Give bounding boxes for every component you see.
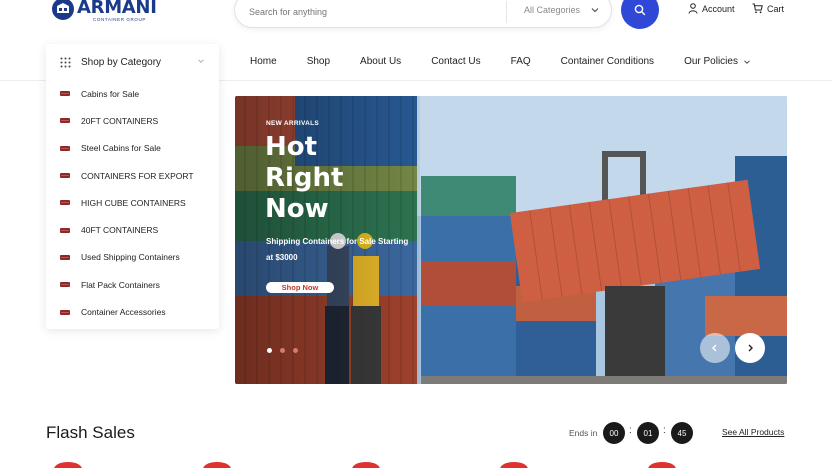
category-menu-toggle[interactable]: Shop by Category: [46, 44, 219, 80]
chevron-down-icon[interactable]: [590, 5, 600, 15]
ends-in-label: Ends in: [569, 428, 598, 438]
sale-badge: [352, 462, 380, 468]
container-icon: [60, 309, 70, 315]
see-all-products-link[interactable]: See All Products: [722, 427, 784, 437]
category-menu-label: Shop by Category: [81, 56, 162, 68]
slider-dot[interactable]: [280, 348, 285, 353]
flash-sales-title: Flash Sales: [46, 423, 135, 442]
timer-seconds: 45: [671, 422, 693, 444]
nav-our-policies[interactable]: Our Policies: [684, 56, 751, 67]
nav-about-us[interactable]: About Us: [360, 56, 401, 67]
nav-home[interactable]: Home: [250, 56, 277, 67]
timer-separator: :: [629, 425, 632, 436]
category-item-label: 40FT CONTAINERS: [81, 225, 159, 236]
search-bar: All Categories: [234, 0, 612, 28]
sale-badge: [54, 462, 82, 468]
slider-prev-button[interactable]: [700, 333, 730, 363]
grid-icon: [60, 57, 71, 67]
logo-tagline: CONTAINER GROUP: [93, 17, 146, 22]
nav-contact-us[interactable]: Contact Us: [431, 56, 480, 67]
category-item[interactable]: HIGH CUBE CONTAINERS: [46, 189, 219, 216]
timer-hours: 00: [603, 422, 625, 444]
cart-label: Cart: [767, 3, 785, 14]
container-icon: [60, 145, 70, 151]
category-item-label: CONTAINERS FOR EXPORT: [81, 170, 194, 181]
account-label: Account: [702, 3, 735, 14]
category-item[interactable]: Steel Cabins for Sale: [46, 135, 219, 162]
user-icon: [688, 3, 698, 14]
nav-faq[interactable]: FAQ: [511, 56, 531, 67]
slider-dots: [267, 348, 306, 353]
sale-badge: [203, 462, 231, 468]
chevron-down-icon: [744, 59, 750, 64]
search-icon: [634, 4, 646, 16]
category-list: Cabins for Sale 20FT CONTAINERS Steel Ca…: [46, 80, 219, 326]
category-item[interactable]: CONTAINERS FOR EXPORT: [46, 162, 219, 189]
logo-name: ARMANI: [77, 0, 157, 18]
category-select[interactable]: All Categories: [524, 5, 580, 15]
account-link[interactable]: Account: [688, 3, 735, 14]
timer-separator: :: [663, 425, 666, 436]
search-button[interactable]: [621, 0, 659, 29]
nav-shop[interactable]: Shop: [307, 56, 330, 67]
hero-tag: NEW ARRIVALS: [266, 120, 320, 127]
cart-link[interactable]: Cart: [752, 3, 784, 14]
sale-badge: [648, 462, 676, 468]
hero-title: Hot Right Now: [265, 132, 344, 224]
nav-our-policies-label: Our Policies: [684, 56, 738, 67]
timer-minutes: 01: [637, 422, 659, 444]
container-icon: [60, 254, 70, 260]
category-item-label: Container Accessories: [81, 307, 166, 318]
chevron-down-icon: [198, 59, 204, 63]
category-item[interactable]: Used Shipping Containers: [46, 244, 219, 271]
container-icon: [60, 227, 70, 233]
logo-emblem-icon: [52, 0, 74, 20]
search-input[interactable]: [249, 7, 489, 17]
container-icon: [60, 282, 70, 288]
slider-dot[interactable]: [267, 348, 272, 353]
chevron-right-icon: [748, 344, 753, 352]
category-item-label: Cabins for Sale: [81, 88, 140, 99]
container-icon: [60, 91, 70, 97]
sale-badge: [500, 462, 528, 468]
shop-now-button[interactable]: Shop Now: [266, 282, 334, 293]
category-item-label: Steel Cabins for Sale: [81, 143, 161, 154]
category-item[interactable]: Cabins for Sale: [46, 80, 219, 107]
category-menu: Shop by Category Cabins for Sale 20FT CO…: [46, 44, 219, 329]
nav-container-conditions[interactable]: Container Conditions: [561, 56, 654, 67]
search-divider: [506, 1, 507, 23]
brand-logo[interactable]: ARMANI CONTAINER GROUP: [52, 0, 157, 22]
category-item[interactable]: 40FT CONTAINERS: [46, 216, 219, 243]
category-item[interactable]: 20FT CONTAINERS: [46, 107, 219, 134]
container-icon: [60, 173, 70, 179]
hero-description: Shipping Containers for Sale Starting at…: [266, 237, 409, 262]
slider-dot[interactable]: [293, 348, 298, 353]
category-item-label: Used Shipping Containers: [81, 252, 180, 263]
category-item[interactable]: Container Accessories: [46, 298, 219, 325]
chevron-left-icon: [712, 344, 717, 352]
slider-next-button[interactable]: [735, 333, 765, 363]
main-nav: Home Shop About Us Contact Us FAQ Contai…: [250, 56, 781, 67]
category-item-label: HIGH CUBE CONTAINERS: [81, 197, 186, 208]
category-item[interactable]: Flat Pack Containers: [46, 271, 219, 298]
category-item-label: Flat Pack Containers: [81, 279, 160, 290]
container-icon: [60, 118, 70, 124]
category-item-label: 20FT CONTAINERS: [81, 115, 159, 126]
cart-icon: [752, 3, 763, 14]
hero-banner[interactable]: NEW ARRIVALS Hot Right Now Shipping Cont…: [235, 96, 787, 384]
container-icon: [60, 200, 70, 206]
